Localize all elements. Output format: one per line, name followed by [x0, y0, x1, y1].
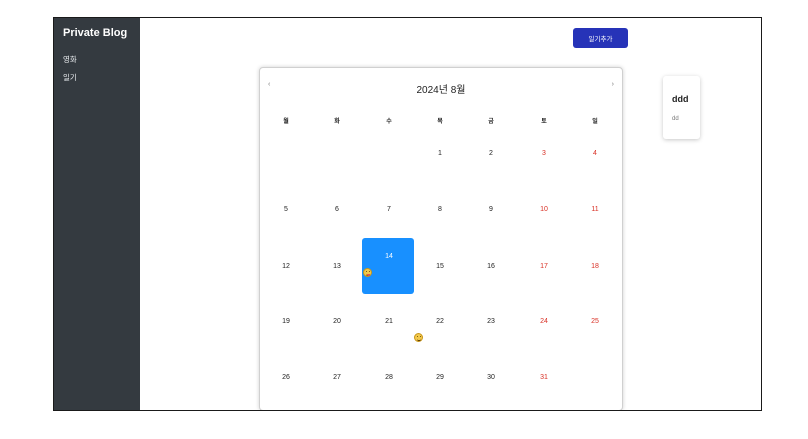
calendar-day[interactable]: 10	[532, 206, 556, 213]
sidebar-item-movies[interactable]: 영화	[63, 54, 77, 65]
calendar-day[interactable]: 8	[428, 206, 452, 213]
calendar-day[interactable]: 19	[274, 318, 298, 325]
calendar-day[interactable]: 26	[274, 374, 298, 381]
calendar-day[interactable]: 6	[325, 206, 349, 213]
diary-card[interactable]: ddd dd	[663, 76, 700, 139]
sidebar: Private Blog 영화 일기	[54, 18, 140, 410]
tongue-out-emoji-icon	[363, 268, 372, 277]
smiling-emoji-icon	[414, 333, 423, 342]
brand-title[interactable]: Private Blog	[63, 27, 127, 39]
calendar-day[interactable]: 21	[377, 318, 401, 325]
calendar-title: 2024년 8월	[416, 85, 466, 96]
next-month-button[interactable]: ›	[612, 81, 614, 88]
app-window: Private Blog 영화 일기 일기추가 ‹ 2024년 8월 › 월화수…	[53, 17, 762, 411]
sidebar-item-diary[interactable]: 일기	[63, 72, 77, 83]
calendar-day[interactable]: 17	[532, 263, 556, 270]
calendar-day[interactable]: 23	[479, 318, 503, 325]
weekday-header: 화	[334, 119, 340, 125]
calendar-day[interactable]: 28	[377, 374, 401, 381]
diary-card-body: dd	[672, 116, 679, 122]
calendar-day[interactable]: 31	[532, 374, 556, 381]
weekday-header: 금	[488, 119, 494, 125]
calendar-day[interactable]: 2	[479, 150, 503, 157]
calendar-day[interactable]: 16	[479, 263, 503, 270]
calendar-day[interactable]: 5	[274, 206, 298, 213]
selected-day-highlight	[362, 238, 414, 294]
calendar: ‹ 2024년 8월 › 월 화 수 목 금 토 일 1 2 3 4 5 6 7 8 9 10 11 12 13 14 1…	[259, 67, 623, 410]
calendar-day[interactable]: 1	[428, 150, 452, 157]
calendar-day[interactable]: 15	[428, 263, 452, 270]
calendar-day[interactable]: 30	[479, 374, 503, 381]
calendar-day[interactable]: 12	[274, 263, 298, 270]
calendar-day[interactable]: 20	[325, 318, 349, 325]
calendar-day[interactable]: 27	[325, 374, 349, 381]
weekday-header: 일	[592, 119, 598, 125]
weekday-header: 수	[386, 119, 392, 125]
calendar-day[interactable]: 18	[583, 263, 607, 270]
add-diary-button[interactable]: 일기추가	[573, 28, 628, 48]
calendar-day[interactable]: 9	[479, 206, 503, 213]
calendar-day[interactable]: 24	[532, 318, 556, 325]
calendar-day[interactable]: 14	[377, 253, 401, 260]
weekday-header: 월	[283, 119, 289, 125]
calendar-day[interactable]: 13	[325, 263, 349, 270]
diary-card-title: ddd	[672, 94, 689, 104]
weekday-header: 목	[437, 119, 443, 125]
calendar-day[interactable]: 29	[428, 374, 452, 381]
calendar-day[interactable]: 11	[583, 206, 607, 213]
calendar-day[interactable]: 7	[377, 206, 401, 213]
calendar-day[interactable]: 22	[428, 318, 452, 325]
weekday-header: 토	[541, 119, 547, 125]
calendar-day[interactable]: 4	[583, 150, 607, 157]
calendar-day[interactable]: 3	[532, 150, 556, 157]
calendar-day[interactable]: 25	[583, 318, 607, 325]
